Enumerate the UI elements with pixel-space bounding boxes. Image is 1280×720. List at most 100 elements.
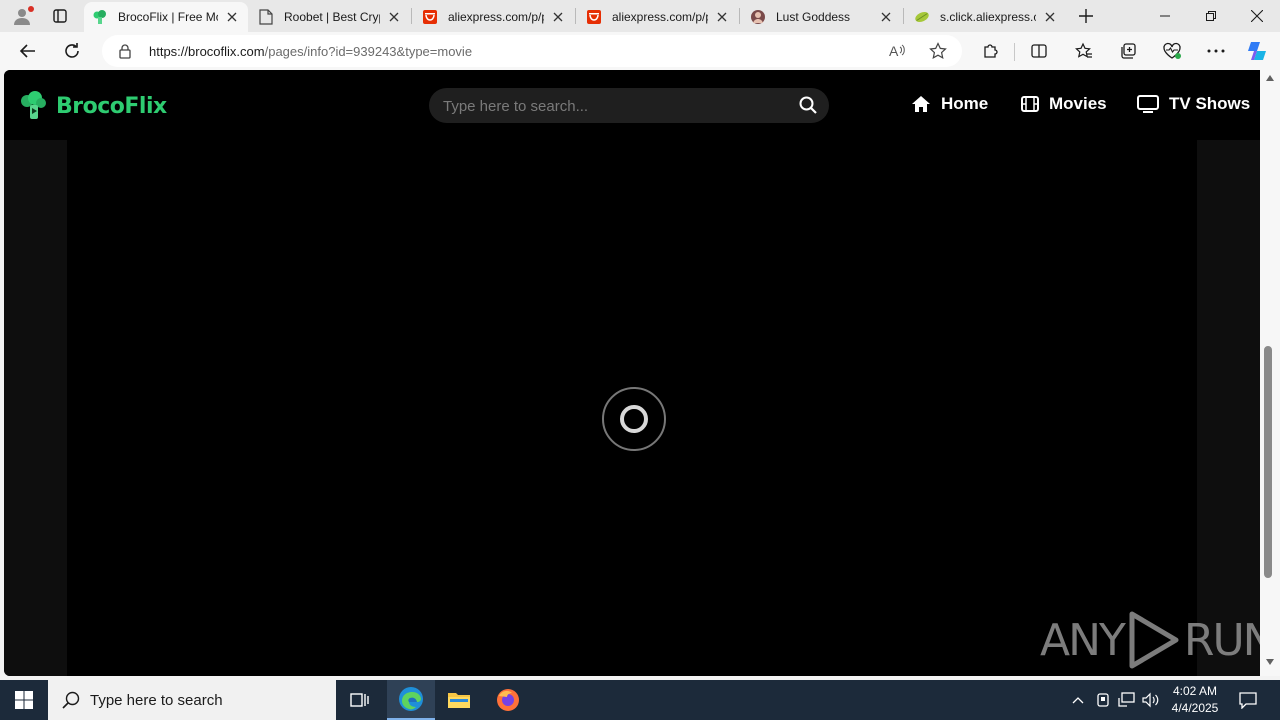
nav-movies[interactable]: Movies bbox=[1021, 94, 1107, 114]
aliexpress-icon bbox=[586, 9, 602, 25]
refresh-icon bbox=[65, 43, 79, 58]
scrollbar-thumb[interactable] bbox=[1264, 346, 1272, 578]
windows-taskbar: Type here to search 4:02 AM 4/4/2025 bbox=[0, 680, 1280, 720]
restore-button[interactable] bbox=[1188, 0, 1234, 32]
firefox-icon bbox=[497, 689, 519, 711]
refresh-button[interactable] bbox=[58, 37, 86, 65]
close-tab-icon[interactable] bbox=[224, 9, 240, 25]
profile-button[interactable] bbox=[8, 4, 36, 28]
minimize-icon bbox=[1160, 15, 1170, 17]
notification-dot bbox=[28, 6, 34, 12]
taskbar-search-box[interactable]: Type here to search bbox=[48, 680, 336, 720]
nav-home[interactable]: Home bbox=[911, 94, 988, 114]
broccoli-logo-icon bbox=[21, 91, 46, 119]
loading-spinner-ring bbox=[620, 405, 648, 433]
show-hidden-icons-button[interactable] bbox=[1068, 680, 1088, 720]
tab-separator bbox=[739, 8, 740, 24]
new-tab-button[interactable] bbox=[1074, 4, 1098, 28]
taskbar-file-explorer[interactable] bbox=[435, 680, 483, 720]
page-gutter-right bbox=[1197, 140, 1260, 676]
tab-title: BrocoFlix | Free Mo bbox=[118, 10, 218, 24]
tab-actions-button[interactable] bbox=[46, 4, 74, 28]
search-icon bbox=[62, 691, 80, 709]
edge-icon bbox=[399, 687, 423, 711]
address-bar[interactable]: https://brocoflix.com/pages/info?id=9392… bbox=[102, 35, 962, 67]
url-path: /pages/info?id=939243&type=movie bbox=[264, 44, 473, 59]
page-scrollbar[interactable] bbox=[1260, 70, 1280, 676]
usb-device-icon bbox=[1097, 693, 1109, 707]
close-tab-icon[interactable] bbox=[878, 9, 894, 25]
close-tab-icon[interactable] bbox=[386, 9, 402, 25]
search-icon[interactable] bbox=[799, 96, 817, 119]
scroll-up-icon[interactable] bbox=[1265, 74, 1275, 82]
tab-brocoflix[interactable]: BrocoFlix | Free Mo bbox=[84, 2, 248, 32]
site-search bbox=[429, 88, 829, 123]
taskbar-firefox[interactable] bbox=[484, 680, 532, 720]
taskbar-search-text: Type here to search bbox=[90, 691, 223, 709]
more-icon bbox=[1207, 49, 1225, 53]
close-tab-icon[interactable] bbox=[1042, 9, 1058, 25]
task-view-button[interactable] bbox=[336, 680, 384, 720]
favorites-button[interactable] bbox=[1070, 37, 1098, 65]
collections-icon bbox=[1121, 43, 1136, 59]
tab-strip: BrocoFlix | Free Mo Roobet | Best Cryp a… bbox=[0, 0, 1280, 32]
minimize-button[interactable] bbox=[1142, 0, 1188, 32]
favorite-star-icon[interactable] bbox=[927, 40, 949, 62]
site-search-input[interactable] bbox=[443, 96, 783, 116]
lock-icon[interactable] bbox=[118, 43, 132, 64]
tab-roobet[interactable]: Roobet | Best Cryp bbox=[250, 2, 410, 32]
close-tab-icon[interactable] bbox=[714, 9, 730, 25]
page-gutter-left bbox=[4, 140, 67, 676]
tray-device-icon[interactable] bbox=[1092, 680, 1114, 720]
scroll-down-icon[interactable] bbox=[1265, 658, 1275, 666]
tab-actions-icon bbox=[53, 9, 67, 23]
notification-center-button[interactable] bbox=[1232, 680, 1264, 720]
tab-aliexpress-1[interactable]: aliexpress.com/p/p bbox=[414, 2, 574, 32]
tab-title: aliexpress.com/p/p bbox=[612, 10, 708, 24]
favorites-icon bbox=[1075, 42, 1092, 58]
browser-toolbar: https://brocoflix.com/pages/info?id=9392… bbox=[0, 32, 1280, 70]
taskbar-edge[interactable] bbox=[387, 680, 435, 720]
browser-essentials-button[interactable] bbox=[1158, 37, 1186, 65]
restore-icon bbox=[1206, 11, 1216, 21]
read-aloud-icon[interactable]: A bbox=[887, 40, 909, 62]
svg-text:A: A bbox=[889, 43, 899, 59]
home-icon bbox=[911, 95, 931, 113]
aliexpress-icon bbox=[422, 9, 438, 25]
split-screen-icon bbox=[1031, 44, 1047, 58]
site-header: BrocoFlix Home Movies TV Shows bbox=[4, 70, 1260, 140]
close-window-button[interactable] bbox=[1234, 0, 1280, 32]
clock-date: 4/4/2025 bbox=[1171, 701, 1219, 715]
task-view-icon bbox=[350, 693, 369, 707]
tab-title: Roobet | Best Cryp bbox=[284, 10, 380, 24]
tab-s-click-aliexpress[interactable]: s.click.aliexpress.co bbox=[906, 2, 1066, 32]
start-button[interactable] bbox=[0, 680, 48, 720]
split-screen-button[interactable] bbox=[1025, 37, 1053, 65]
extensions-button[interactable] bbox=[977, 37, 1005, 65]
notification-icon bbox=[1239, 692, 1257, 709]
tab-lust-goddess[interactable]: Lust Goddess bbox=[742, 2, 902, 32]
nav-home-label: Home bbox=[941, 94, 989, 113]
volume-icon bbox=[1142, 692, 1159, 708]
site-brand-name: BrocoFlix bbox=[56, 93, 167, 119]
avatar-icon bbox=[750, 9, 766, 25]
settings-more-button[interactable] bbox=[1202, 37, 1230, 65]
page-icon bbox=[258, 9, 274, 25]
site-logo[interactable]: BrocoFlix bbox=[18, 90, 167, 122]
tab-title: Lust Goddess bbox=[776, 10, 851, 24]
tab-aliexpress-2[interactable]: aliexpress.com/p/p bbox=[578, 2, 738, 32]
back-button[interactable] bbox=[14, 37, 42, 65]
copilot-button[interactable] bbox=[1243, 37, 1271, 65]
taskbar-clock[interactable]: 4:02 AM 4/4/2025 bbox=[1160, 683, 1230, 717]
network-icon bbox=[1118, 692, 1135, 707]
toolbar-separator bbox=[1014, 43, 1015, 61]
tab-separator bbox=[575, 8, 576, 24]
nav-tv-shows[interactable]: TV Shows bbox=[1137, 94, 1250, 114]
tray-network-icon[interactable] bbox=[1116, 680, 1138, 720]
url-text: https://brocoflix.com/pages/info?id=9392… bbox=[149, 44, 472, 59]
tv-icon bbox=[1137, 95, 1159, 113]
collections-button[interactable] bbox=[1114, 37, 1142, 65]
leaf-icon bbox=[914, 9, 930, 25]
tray-volume-icon[interactable] bbox=[1140, 680, 1162, 720]
close-tab-icon[interactable] bbox=[550, 9, 566, 25]
